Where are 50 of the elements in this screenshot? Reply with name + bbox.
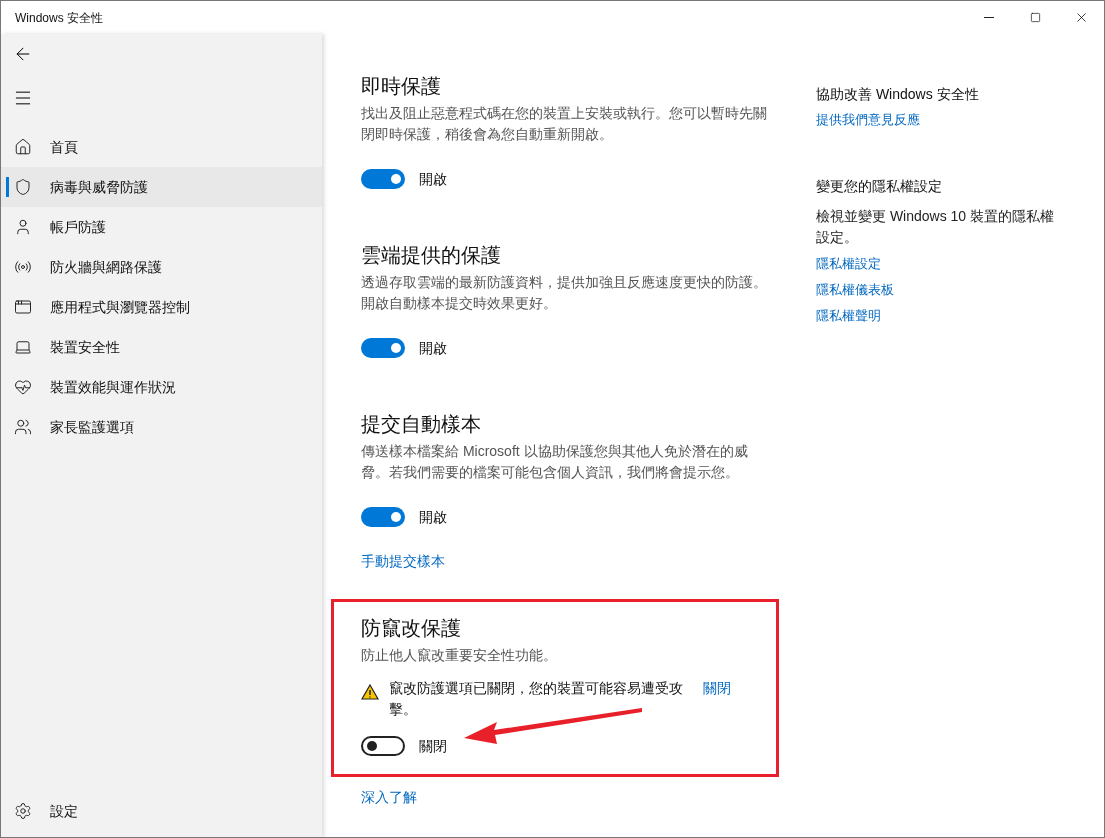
section-description: 透過存取雲端的最新防護資料，提供加強且反應速度更快的防護。開啟自動樣本提交時效果更好。 <box>361 273 768 313</box>
shield-icon <box>14 178 32 196</box>
maximize-icon <box>1029 12 1041 23</box>
section-title: 防竄改保護 <box>361 616 461 641</box>
sidebar-item[interactable]: 家長監護選項 <box>1 407 322 447</box>
toggle-switch[interactable] <box>361 507 405 527</box>
sidebar-item[interactable]: 帳戶防護 <box>1 207 322 247</box>
toggle-switch[interactable] <box>361 338 405 358</box>
aside-heading: 協助改善 Windows 安全性 <box>816 85 980 104</box>
warning-icon <box>361 684 379 700</box>
sidebar-item[interactable]: 設定 <box>1 791 322 831</box>
aside-link[interactable]: 隱私權儀表板 <box>816 280 894 300</box>
window-icon <box>14 298 32 316</box>
sidebar-item[interactable]: 裝置效能與運作狀況 <box>1 367 322 407</box>
section-description: 防止他人竄改重要安全性功能。 <box>361 646 558 665</box>
section-title: 即時保護 <box>361 74 441 99</box>
people-icon <box>14 418 32 436</box>
submit-sample-link[interactable]: 手動提交樣本 <box>361 551 445 571</box>
toggle-label: 開啟 <box>419 508 447 527</box>
sidebar-item[interactable]: 裝置安全性 <box>1 327 322 367</box>
toggle-switch[interactable] <box>361 169 405 189</box>
home-icon <box>14 138 32 156</box>
turn-off-link[interactable]: 關閉 <box>703 678 731 699</box>
aside-link[interactable]: 提供我們意見反應 <box>816 110 920 130</box>
aside-link[interactable]: 隱私權聲明 <box>816 306 881 326</box>
toggle-label: 開啟 <box>419 170 447 189</box>
section-title: 提交自動樣本 <box>361 412 481 437</box>
sidebar-item[interactable]: 防火牆與網路保護 <box>1 247 322 287</box>
sidebar-item[interactable]: 首頁 <box>1 127 322 167</box>
section-description: 找出及阻止惡意程式碼在您的裝置上安裝或執行。您可以暫時先關閉即時保護，稍後會為您自動重新開啟。 <box>361 104 768 144</box>
settings-icon <box>14 802 32 820</box>
antenna-icon <box>14 258 32 276</box>
sidebar-item[interactable]: 應用程式與瀏覽器控制 <box>1 287 322 327</box>
aside-link[interactable]: 隱私權設定 <box>816 254 881 274</box>
heart-pulse-icon <box>14 378 32 396</box>
aside-heading: 變更您的隱私權設定 <box>816 177 943 196</box>
toggle-label: 關閉 <box>419 737 447 756</box>
learn-more-link[interactable]: 深入了解 <box>361 787 417 807</box>
person-icon <box>14 218 32 236</box>
aside-description: 檢視並變更 Windows 10 裝置的隱私權設定。 <box>816 207 1056 247</box>
selection-indicator <box>6 177 9 197</box>
sidebar-item[interactable]: 病毒與威脅防護 <box>1 167 322 207</box>
toggle-label: 開啟 <box>419 339 447 358</box>
warning-message: 竄改防護選項已關閉，您的裝置可能容易遭受攻擊。 <box>389 679 684 719</box>
minimize-icon <box>984 17 994 18</box>
section-description: 傳送樣本檔案給 Microsoft 以協助保護您與其他人免於潛在的威脅。若我們需要的檔案可能包含個人資訊，我們將會提示您。 <box>361 442 749 482</box>
toggle-switch[interactable] <box>361 736 405 756</box>
window-title: Windows 安全性 <box>15 9 104 26</box>
laptop-icon <box>14 338 32 356</box>
section-title: 雲端提供的保護 <box>361 243 501 268</box>
